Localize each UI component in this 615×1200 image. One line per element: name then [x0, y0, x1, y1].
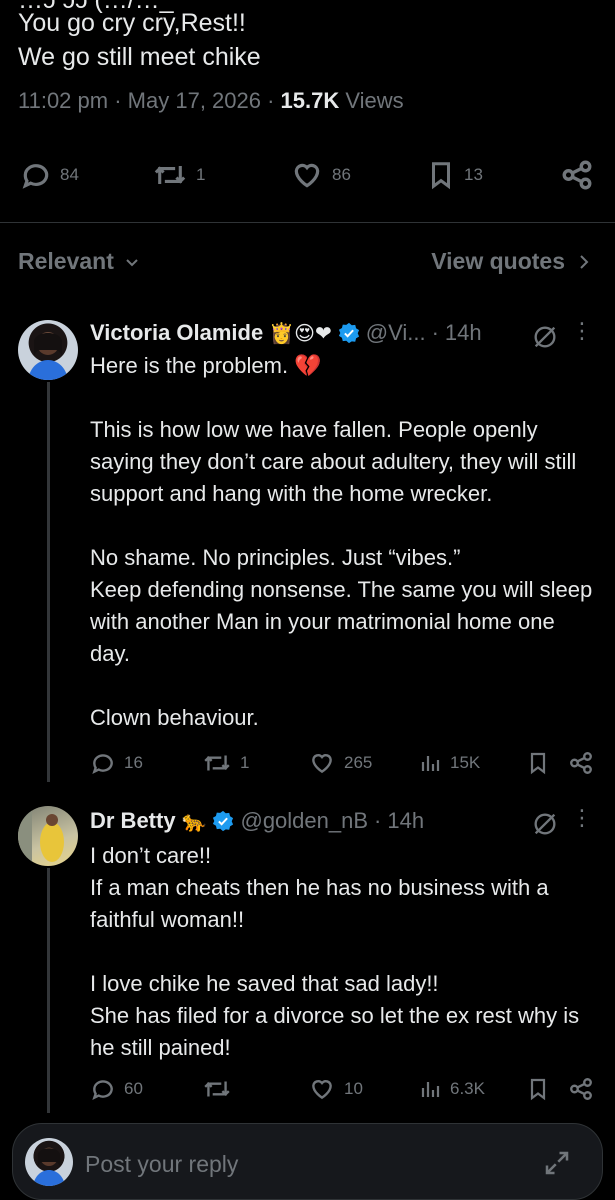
reply-paragraph: No shame. No principles. Just “vibes.” K… — [90, 545, 593, 666]
tweet-text: You go cry cry,Rest!! We go still meet c… — [18, 9, 261, 71]
reply-paragraph: I love chike he saved that sad lady!! Sh… — [90, 971, 580, 1060]
analytics-icon — [421, 756, 440, 771]
reply-author-name[interactable]: Dr Betty — [90, 808, 176, 834]
repost-button[interactable]: 1 — [152, 155, 205, 195]
chevron-down-icon — [126, 258, 138, 266]
reply-icon — [92, 1080, 113, 1100]
reply-age[interactable]: 14h — [445, 320, 482, 346]
thread-line — [47, 382, 50, 782]
analytics-icon — [421, 1082, 440, 1097]
bookmark-icon — [432, 162, 450, 190]
reply-actions: 16 1 265 15K — [90, 750, 600, 780]
views-button[interactable]: 6.3K — [418, 1076, 485, 1102]
bookmark-icon — [530, 1078, 546, 1101]
composer-avatar — [25, 1138, 73, 1186]
reply-paragraph: Clown behaviour. — [90, 705, 259, 730]
sort-dropdown[interactable]: Relevant — [18, 248, 140, 275]
thread-line — [47, 868, 50, 1113]
author-emojis: 👸😍❤ — [269, 321, 332, 345]
share-icon — [570, 1078, 592, 1100]
reply-body: Here is the problem. 💔 This is how low w… — [90, 350, 595, 734]
heart-icon — [312, 1080, 332, 1100]
divider — [0, 222, 615, 223]
reply-paragraph: I don’t care!! If a man cheats then he h… — [90, 843, 549, 932]
reply-body: I don’t care!! If a man cheats then he h… — [90, 840, 595, 1064]
reply-actions: 60 10 6.3K — [90, 1076, 600, 1106]
reply-button[interactable]: 16 — [90, 750, 143, 776]
like-button[interactable]: 265 — [308, 750, 372, 776]
verified-badge-icon — [213, 810, 234, 832]
tweet-views-count: 15.7K — [280, 88, 340, 113]
reply-button[interactable]: 84 — [20, 155, 79, 195]
verified-badge-icon — [338, 322, 359, 344]
bookmark-button[interactable] — [526, 750, 550, 776]
reply-input[interactable]: Post your reply — [85, 1151, 238, 1178]
share-button[interactable] — [568, 750, 594, 776]
views-count: 6.3K — [450, 1079, 485, 1098]
view-quotes-link[interactable]: View quotes — [431, 248, 591, 275]
repost-icon — [154, 166, 186, 184]
reply-composer[interactable]: Post your reply — [12, 1123, 603, 1200]
tweet-meta: 11:02 pm · May 17, 2026 · 15.7K Views — [18, 88, 404, 113]
repost-icon — [204, 1081, 230, 1097]
repost-icon — [204, 755, 230, 771]
bookmark-icon — [530, 752, 546, 775]
reply-header: Victoria Olamide 👸😍❤ @Vi... · 14h — [90, 320, 482, 346]
reply-button[interactable]: 60 — [90, 1076, 143, 1102]
more-options-icon[interactable]: ⋮ — [571, 318, 593, 344]
author-emojis: 🐆 — [181, 809, 207, 833]
like-count: 265 — [344, 753, 373, 772]
avatar[interactable] — [18, 806, 78, 866]
bookmark-button[interactable] — [526, 1076, 550, 1102]
reply-count: 16 — [124, 753, 143, 772]
tweet-actions: 84 1 86 13 — [0, 155, 615, 199]
more-options-icon[interactable]: ⋮ — [571, 805, 593, 831]
like-button[interactable]: 10 — [308, 1076, 363, 1102]
bookmark-count: 13 — [464, 165, 483, 184]
repost-button[interactable] — [202, 1076, 240, 1102]
like-button[interactable]: 86 — [290, 155, 351, 195]
share-button[interactable] — [560, 155, 594, 195]
reply-author-handle[interactable]: @golden_nB — [240, 808, 368, 834]
share-icon — [570, 752, 592, 774]
reply-paragraph: Here is the problem. 💔 — [90, 353, 322, 378]
sort-bar: Relevant View quotes — [0, 240, 615, 290]
reply-header: Dr Betty 🐆 @golden_nB · 14h — [90, 808, 425, 834]
sort-label: Relevant — [18, 248, 114, 274]
reply-icon — [22, 164, 49, 189]
like-count: 86 — [332, 165, 351, 184]
reply-author-name[interactable]: Victoria Olamide — [90, 320, 263, 346]
heart-icon — [294, 163, 320, 188]
repost-count: 1 — [196, 165, 206, 184]
repost-count: 1 — [240, 753, 250, 772]
tweet-views-label: Views — [345, 88, 404, 113]
grok-icon[interactable] — [531, 323, 559, 351]
avatar[interactable] — [18, 320, 78, 380]
avatar-photo — [28, 333, 68, 380]
reply-icon — [92, 754, 113, 774]
bookmark-button[interactable]: 13 — [426, 155, 483, 195]
share-button[interactable] — [568, 1076, 594, 1102]
chevron-right-icon — [580, 254, 589, 269]
tweet-date[interactable]: May 17, 2026 — [128, 88, 261, 113]
view-quotes-label: View quotes — [431, 248, 565, 274]
reply-paragraph: This is how low we have fallen. People o… — [90, 417, 577, 506]
avatar-photo — [33, 1148, 65, 1186]
avatar-photo — [18, 806, 64, 866]
repost-button[interactable]: 1 — [202, 750, 249, 776]
tweet-time[interactable]: 11:02 pm — [18, 88, 108, 113]
views-count: 15K — [450, 753, 481, 772]
reply-count: 60 — [124, 1079, 143, 1098]
reply-age[interactable]: 14h — [387, 808, 424, 834]
views-button[interactable]: 15K — [418, 750, 480, 776]
heart-icon — [312, 754, 332, 774]
expand-icon[interactable] — [542, 1148, 572, 1178]
reply-count: 84 — [60, 165, 79, 184]
share-icon — [562, 160, 592, 190]
grok-icon[interactable] — [531, 810, 559, 838]
like-count: 10 — [344, 1079, 363, 1098]
reply-author-handle[interactable]: @Vi... — [366, 320, 426, 346]
